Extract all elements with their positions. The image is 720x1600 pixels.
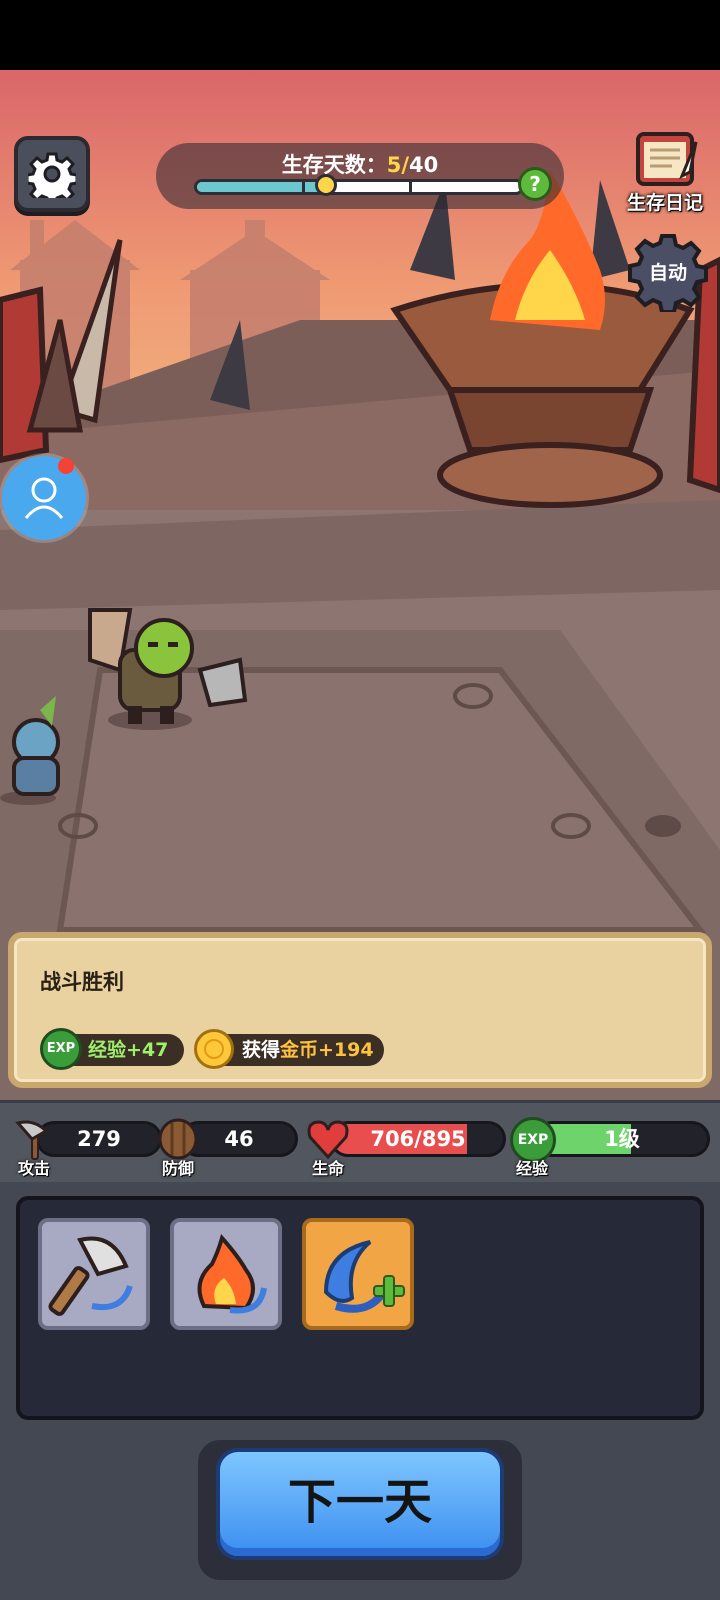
status-bar xyxy=(0,0,720,70)
survival-days-label: 生存天数：5/40 xyxy=(281,153,439,177)
days-current: 5 xyxy=(386,153,402,177)
hp-label: 生命 xyxy=(312,1159,345,1178)
wind-slash-plus-icon xyxy=(323,1240,405,1313)
survival-diary-button[interactable]: 生存日记 xyxy=(616,128,714,218)
skill-slot-axe[interactable] xyxy=(38,1218,150,1330)
diary-label: 生存日记 xyxy=(626,192,703,214)
days-total: 40 xyxy=(409,153,439,177)
settings-button[interactable] xyxy=(14,136,90,212)
next-day-button[interactable]: 下一天 xyxy=(216,1448,504,1560)
days-progress-fill xyxy=(197,182,327,192)
exp-icon: EXP xyxy=(40,1028,82,1070)
survival-days-progress xyxy=(194,179,524,195)
gear-icon xyxy=(28,152,76,198)
battle-result-panel: 战斗胜利 EXP 经验+47 获得金币+194 xyxy=(8,932,712,1088)
skill-slot-fire[interactable] xyxy=(170,1218,282,1330)
hp-bar: 706/895 xyxy=(330,1121,506,1157)
progress-segment-divider xyxy=(409,182,412,192)
profile-avatar-button[interactable] xyxy=(2,456,86,540)
defense-label: 防御 xyxy=(162,1159,195,1178)
auto-label: 自动 xyxy=(648,262,687,284)
fire-wind-icon xyxy=(197,1233,267,1314)
notification-dot xyxy=(58,458,74,474)
gold-coin-icon xyxy=(194,1029,234,1069)
axe-wind-icon xyxy=(48,1236,133,1316)
hp-stat: 706/895 生命 xyxy=(306,1120,506,1178)
gold-reward-text: 获得金币+194 xyxy=(242,1039,374,1061)
attack-stat: 279 攻击 xyxy=(12,1120,162,1178)
days-progress-marker xyxy=(315,174,337,196)
auto-battle-button[interactable]: 自动 xyxy=(628,232,708,314)
player-stats-bar: 279 攻击 46 防御 706/895 生命 1级 EXP 经验 xyxy=(0,1100,720,1182)
exp-reward-text: 经验+47 xyxy=(88,1039,169,1061)
hp-value: 706/895 xyxy=(370,1127,466,1151)
defense-stat: 46 防御 xyxy=(156,1118,298,1178)
diary-book-icon xyxy=(636,132,698,186)
gold-reward-pill: 获得金币+194 xyxy=(194,1029,384,1069)
survival-days-panel: 生存天数：5/40 ? xyxy=(156,143,564,209)
exp-stat: 1级 EXP 经验 xyxy=(510,1117,710,1178)
level-value: 1级 xyxy=(604,1127,640,1151)
next-day-button-frame: 下一天 xyxy=(198,1440,522,1580)
bottom-panel: 下一天 xyxy=(0,1182,720,1600)
skill-panel xyxy=(16,1196,704,1420)
skill-slot-wind-plus[interactable] xyxy=(302,1218,414,1330)
attack-label: 攻击 xyxy=(18,1159,51,1178)
battle-result-title: 战斗胜利 xyxy=(40,970,124,994)
progress-segment-divider xyxy=(302,182,305,192)
exp-label: 经验 xyxy=(516,1159,549,1178)
help-button[interactable]: ? xyxy=(518,167,552,201)
exp-bar: 1级 xyxy=(534,1121,710,1157)
exp-reward-pill: EXP 经验+47 xyxy=(40,1028,184,1070)
